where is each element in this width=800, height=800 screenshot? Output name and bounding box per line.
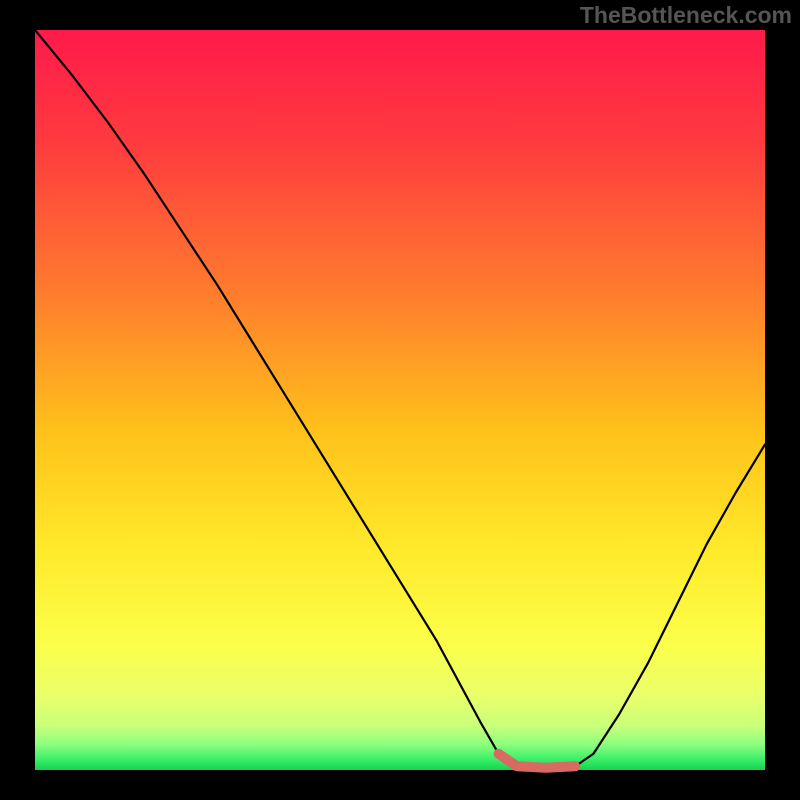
- plot-area: [35, 30, 765, 770]
- chart-frame: TheBottleneck.com: [0, 0, 800, 800]
- watermark-text: TheBottleneck.com: [580, 2, 792, 29]
- plot-svg: [0, 0, 800, 800]
